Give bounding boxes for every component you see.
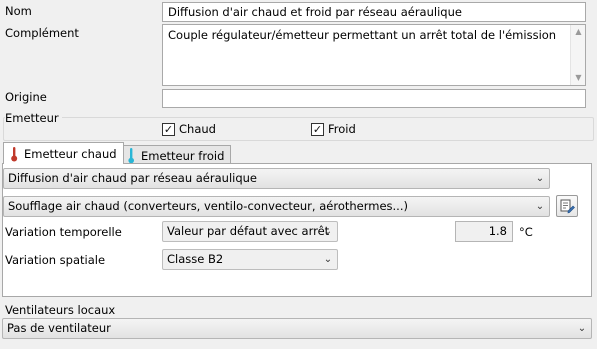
origine-label: Origine (5, 90, 47, 104)
complement-text: Couple régulateur/émetteur permettant un… (168, 28, 557, 42)
variation-spatiale-select[interactable]: Classe B2 ⌄ (162, 249, 338, 270)
edit-emitter-button[interactable] (556, 195, 578, 217)
nom-label: Nom (5, 4, 32, 18)
chaud-label: Chaud (179, 122, 216, 136)
temperature-unit: °C (519, 225, 533, 239)
emetteur-group (3, 117, 594, 141)
ventilateurs-label: Ventilateurs locaux (5, 303, 116, 317)
tab-emetteur-chaud-label: Emetteur chaud (24, 146, 117, 161)
emetteur-group-label: Emetteur (5, 110, 62, 126)
chevron-down-icon: ⌄ (577, 323, 587, 334)
chevron-down-icon: ⌄ (535, 201, 545, 212)
chevron-down-icon: ⌄ (323, 254, 333, 265)
nom-input[interactable]: Diffusion d'air chaud et froid par résea… (162, 2, 586, 22)
ventilateurs-select[interactable]: Pas de ventilateur ⌄ (2, 318, 592, 339)
complement-label: Complément (5, 26, 79, 40)
complement-scrollbar[interactable]: ▲ ▼ (570, 25, 585, 85)
tab-emetteur-froid-label: Emetteur froid (141, 148, 225, 163)
froid-checkbox[interactable]: ✓ Froid (311, 122, 356, 136)
tab-emetteur-froid[interactable]: Emetteur froid (120, 145, 232, 165)
thermometer-hot-icon (11, 146, 18, 161)
tab-emetteur-chaud[interactable]: Emetteur chaud (3, 142, 124, 164)
chaud-checkbox[interactable]: ✓ Chaud (162, 122, 216, 136)
ventilateurs-select-value: Pas de ventilateur (7, 321, 111, 335)
variation-temporelle-label: Variation temporelle (5, 225, 122, 239)
variation-temporelle-value: Valeur par défaut avec arrêt (167, 224, 330, 238)
scroll-down-icon[interactable]: ▼ (571, 72, 585, 84)
chevron-down-icon: ⌄ (535, 173, 545, 184)
checkmark-icon: ✓ (311, 122, 324, 136)
checkmark-icon: ✓ (162, 122, 175, 136)
chevron-down-icon: ⌄ (323, 226, 333, 237)
diffusion-select[interactable]: Diffusion d'air chaud par réseau aérauli… (3, 168, 550, 189)
soufflage-select[interactable]: Soufflage air chaud (converteurs, ventil… (3, 196, 550, 217)
thermometer-cold-icon (128, 147, 134, 163)
soufflage-select-value: Soufflage air chaud (converteurs, ventil… (8, 199, 408, 213)
temperature-input[interactable]: 1.8 (455, 221, 513, 242)
diffusion-select-value: Diffusion d'air chaud par réseau aérauli… (8, 171, 257, 185)
complement-textarea[interactable]: Couple régulateur/émetteur permettant un… (162, 24, 586, 86)
variation-spatiale-value: Classe B2 (167, 252, 224, 266)
origine-input[interactable] (162, 89, 586, 108)
scroll-up-icon[interactable]: ▲ (571, 26, 585, 38)
variation-temporelle-select[interactable]: Valeur par défaut avec arrêt ⌄ (162, 221, 338, 242)
froid-label: Froid (328, 122, 356, 136)
document-edit-icon (560, 199, 575, 214)
variation-spatiale-label: Variation spatiale (5, 253, 106, 267)
